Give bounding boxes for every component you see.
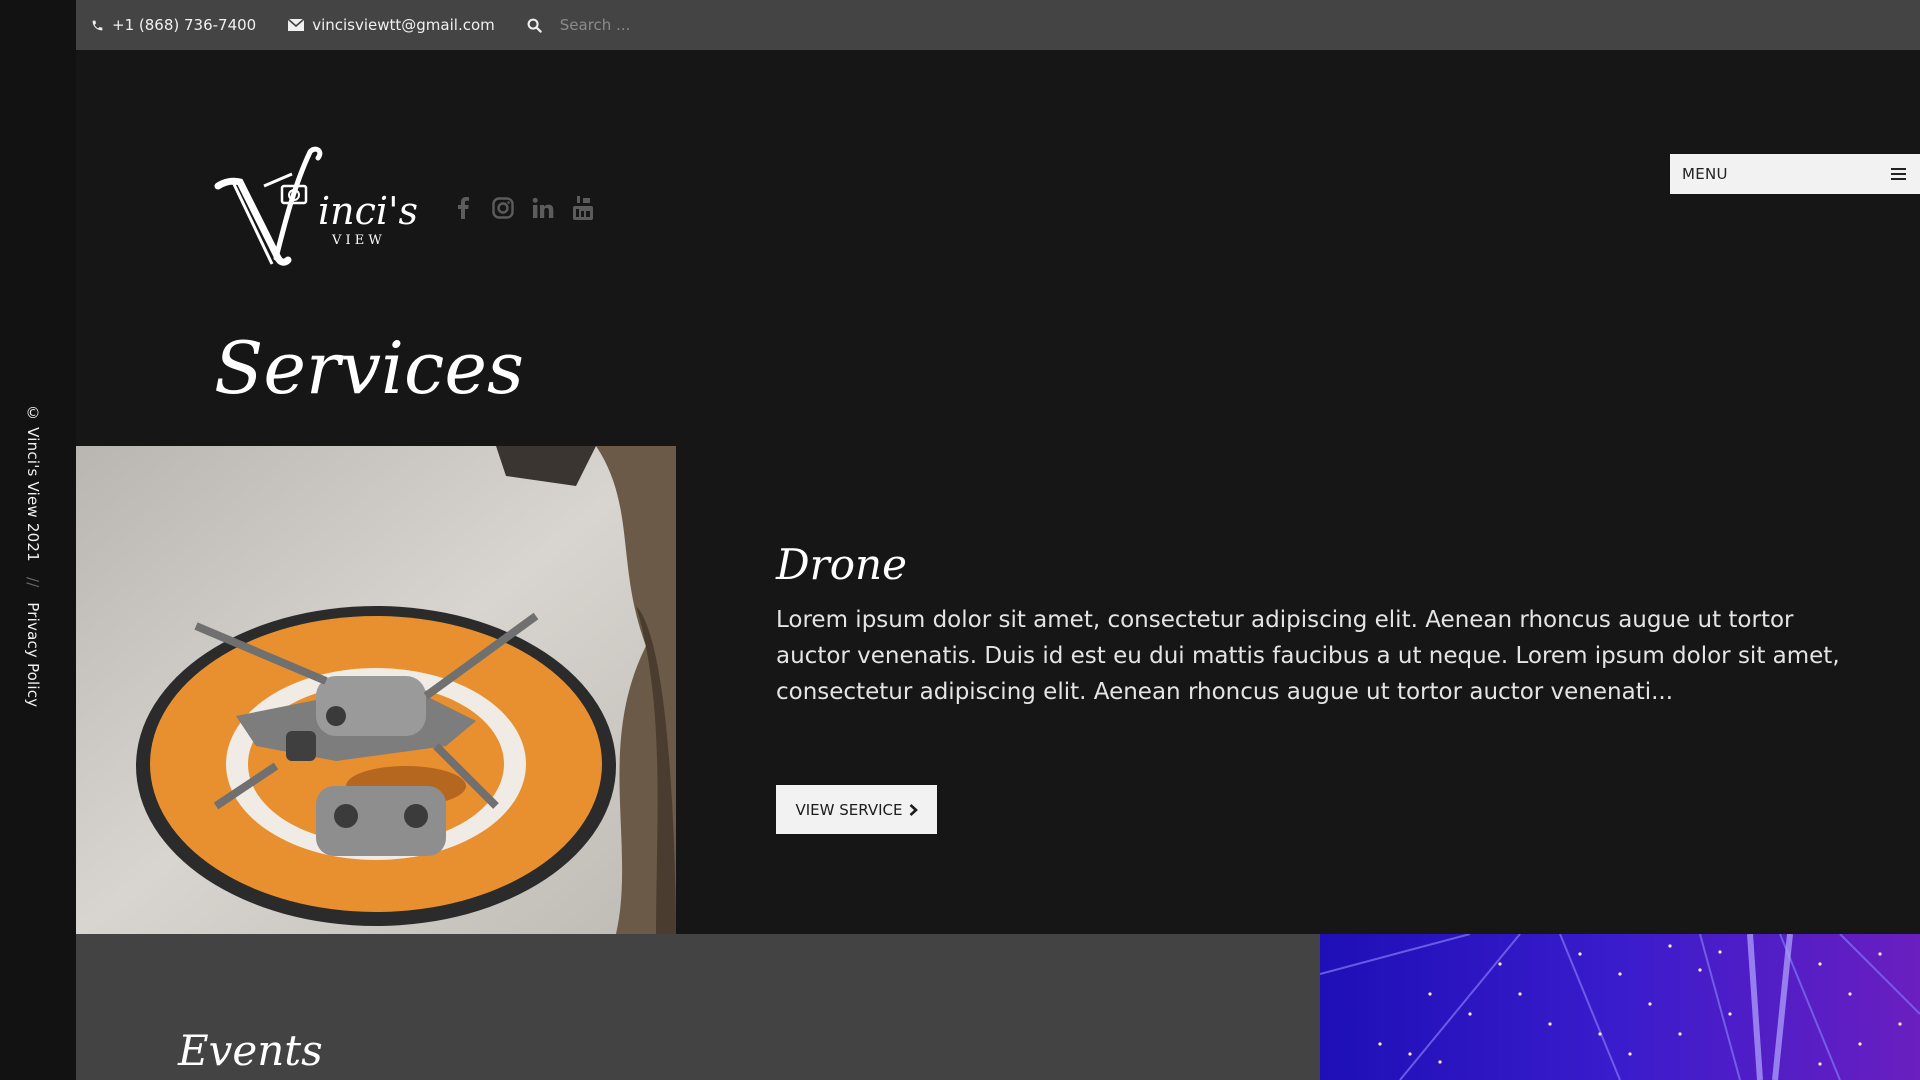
side-rail: © Vinci's View 2021 // Privacy Policy [0,0,76,1080]
envelope-icon [288,19,305,31]
separator: // [24,576,42,588]
footer-vertical: © Vinci's View 2021 // Privacy Policy [24,404,42,707]
copyright-text: © Vinci's View 2021 [24,404,42,562]
view-service-label: VIEW SERVICE [795,800,903,819]
phone-number: +1 (868) 736-7400 [112,16,257,34]
phone-icon [92,20,103,30]
phone-contact[interactable]: +1 (868) 736-7400 [91,16,256,34]
view-service-button[interactable]: VIEW SERVICE [776,785,937,834]
social-links [452,196,594,220]
privacy-policy-link[interactable]: Privacy Policy [24,602,42,707]
menu-label: MENU [1682,165,1728,183]
service-title-events: Events [178,1026,323,1075]
email-contact[interactable]: vincisviewtt@gmail.com [288,16,495,34]
linkedin-icon[interactable] [532,196,554,220]
search-input[interactable] [557,15,782,35]
chevron-right-icon [909,803,918,816]
facebook-icon[interactable] [452,196,474,220]
logo-graphic: inci's V I E W [214,146,418,266]
service-description-drone: Lorem ipsum dolor sit amet, consectetur … [776,607,1840,705]
page-title: Services [214,326,524,410]
service-title-drone: Drone [776,540,907,589]
youtube-icon[interactable] [572,196,594,220]
email-address: vincisviewtt@gmail.com [312,16,495,34]
top-bar: +1 (868) 736-7400 vincisviewtt@gmail.com [76,0,1920,50]
menu-button[interactable]: MENU [1670,154,1920,194]
logo-subtitle: V I E W [331,233,382,248]
drone-image [76,446,676,934]
instagram-icon[interactable] [492,196,514,220]
search-box[interactable] [527,15,782,35]
hamburger-icon [1891,165,1906,183]
logo[interactable]: inci's V I E W [214,146,420,272]
search-icon[interactable] [527,18,542,33]
logo-wordmark: inci's [318,189,418,233]
events-image [1320,934,1920,1080]
